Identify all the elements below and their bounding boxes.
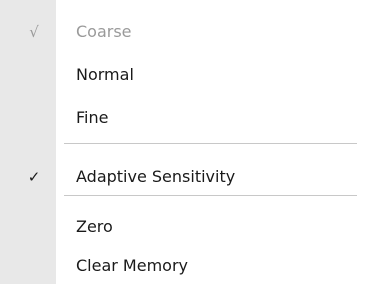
menu-item-label: Zero	[76, 217, 113, 236]
menu-item-clear-memory[interactable]: Clear Memory	[0, 246, 365, 284]
menu-separator	[64, 143, 357, 144]
menu-item-label: Normal	[76, 65, 134, 84]
menu-item-label: Coarse	[76, 22, 132, 41]
menu-item-fine[interactable]: Fine	[0, 98, 365, 138]
menu-separator	[64, 195, 357, 196]
menu-item-coarse[interactable]: √ Coarse	[0, 12, 365, 52]
menu-item-label: Adaptive Sensitivity	[76, 167, 236, 186]
menu-item-normal[interactable]: Normal	[0, 55, 365, 95]
menu-item-adaptive-sensitivity[interactable]: ✓ Adaptive Sensitivity	[0, 157, 365, 197]
context-menu: √ Coarse Normal Fine ✓ Adaptive Sensitiv…	[0, 0, 365, 284]
menu-item-label: Clear Memory	[76, 256, 188, 275]
menu-item-zero[interactable]: Zero	[0, 207, 365, 247]
checkmark-icon: ✓	[27, 168, 41, 186]
menu-item-label: Fine	[76, 108, 109, 127]
checkmark-icon: √	[29, 23, 39, 41]
